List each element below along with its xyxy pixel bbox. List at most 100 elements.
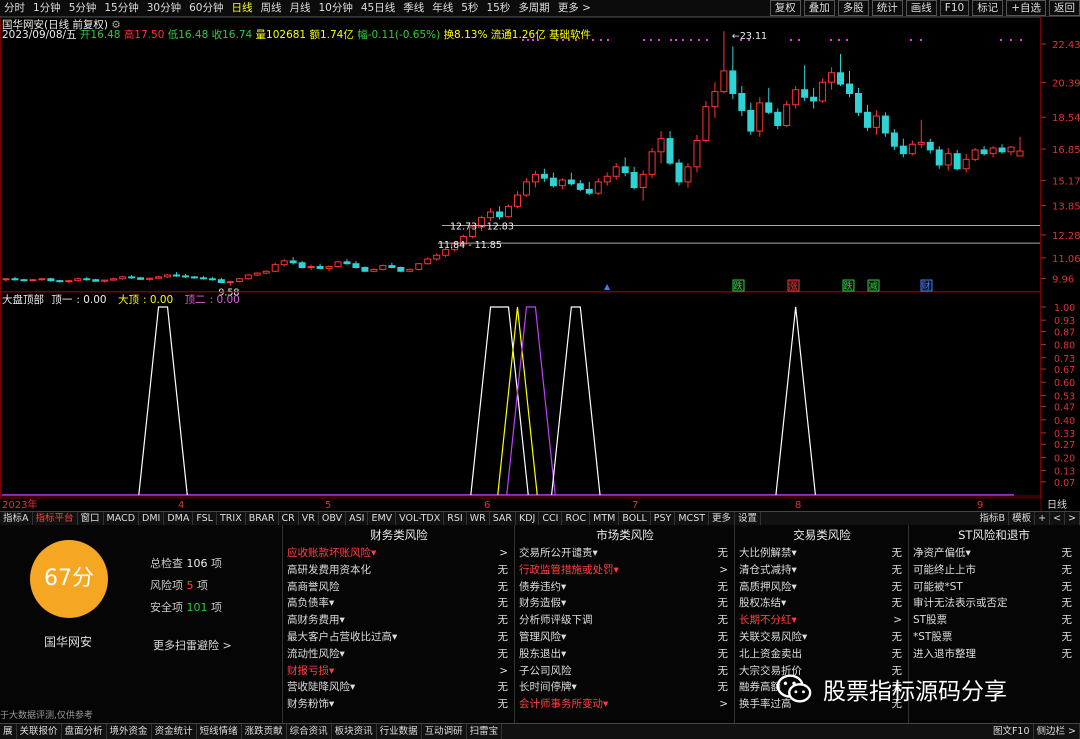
risk-item[interactable]: 会计师事务所变动▾ > — [516, 696, 734, 713]
bottom-tab-8[interactable]: 板块资讯 — [332, 724, 377, 739]
kline-chart[interactable]: 22.43 20.39 18.54 16.85 15.17 13.85 12.28 11.06… — [0, 17, 1080, 511]
risk-item[interactable]: 财务造假▾ 无 — [516, 595, 734, 612]
indicator-tab-3[interactable]: MACD — [104, 512, 140, 525]
indicator-tab-6[interactable]: FSL — [193, 512, 217, 525]
period-tab-8[interactable]: 月线 — [286, 0, 315, 16]
risk-item[interactable]: 可能被*ST 无 — [910, 579, 1078, 596]
indicator-tab-13[interactable]: EMV — [368, 512, 397, 525]
indicator-tab-0[interactable]: 指标A — [0, 512, 33, 525]
indicator-tab-20[interactable]: ROC — [562, 512, 591, 525]
risk-item[interactable]: 行政监管措施或处罚▾ > — [516, 562, 734, 579]
period-tab-12[interactable]: 年线 — [428, 0, 457, 16]
tool-button-2[interactable]: 多股 — [837, 0, 869, 16]
period-tab-5[interactable]: 60分钟 — [185, 0, 227, 16]
indicator-tab-21[interactable]: MTM — [590, 512, 620, 525]
indicator-tab-right-3[interactable]: < — [1050, 512, 1066, 525]
risk-item[interactable]: 财务粉饰▾ 无 — [284, 696, 514, 713]
indicator-tab-right-2[interactable]: + — [1035, 512, 1051, 525]
risk-item[interactable]: 长时间停牌▾ 无 — [516, 679, 734, 696]
indicator-tab-23[interactable]: PSY — [651, 512, 676, 525]
indicator-tab-10[interactable]: VR — [299, 512, 319, 525]
risk-item[interactable]: 高研发费用资本化 无 — [284, 562, 514, 579]
risk-item[interactable]: 进入退市整理 无 — [910, 646, 1078, 663]
period-tab-0[interactable]: 分时 — [0, 0, 29, 16]
tool-button-8[interactable]: 返回 — [1049, 0, 1080, 16]
period-tab-2[interactable]: 5分钟 — [65, 0, 101, 16]
indicator-tab-12[interactable]: ASI — [346, 512, 369, 525]
indicator-tab-19[interactable]: CCI — [539, 512, 563, 525]
period-tab-6[interactable]: 日线 — [228, 0, 257, 16]
tool-button-1[interactable]: 叠加 — [803, 0, 835, 16]
indicator-tab-right-4[interactable]: > — [1065, 512, 1080, 525]
indicator-tab-17[interactable]: SAR — [490, 512, 517, 525]
tool-button-3[interactable]: 统计 — [871, 0, 903, 16]
risk-item[interactable]: 债券违约▾ 无 — [516, 579, 734, 596]
risk-item[interactable]: 关联交易风险▾ 无 — [736, 629, 908, 646]
risk-item[interactable]: 净资产偏低▾ 无 — [910, 545, 1078, 562]
risk-item[interactable]: 股东退出▾ 无 — [516, 646, 734, 663]
risk-item[interactable]: 长期不分红▾ > — [736, 612, 908, 629]
risk-item[interactable]: *ST股票 无 — [910, 629, 1078, 646]
risk-item[interactable]: 流动性风险▾ 无 — [284, 646, 514, 663]
bottom-tab-5[interactable]: 短线情绪 — [197, 724, 242, 739]
bottom-tab-7[interactable]: 综合资讯 — [287, 724, 332, 739]
tool-button-4[interactable]: 画线 — [905, 0, 937, 16]
bottom-tab-6[interactable]: 涨跌贡献 — [242, 724, 287, 739]
risk-item[interactable]: 高质押风险▾ 无 — [736, 579, 908, 596]
period-tab-14[interactable]: 15秒 — [482, 0, 514, 16]
tool-button-6[interactable]: 标记 — [972, 0, 1004, 16]
risk-item[interactable]: 清仓式减持▾ 无 — [736, 562, 908, 579]
bottom-tab-4[interactable]: 资金统计 — [152, 724, 197, 739]
bottom-tab-9[interactable]: 行业数据 — [377, 724, 422, 739]
period-tab-1[interactable]: 1分钟 — [29, 0, 65, 16]
indicator-tab-right-0[interactable]: 指标B — [977, 512, 1010, 525]
indicator-tab-18[interactable]: KDJ — [516, 512, 540, 525]
bottom-tab-11[interactable]: 扫雷宝 — [467, 724, 503, 739]
risk-item[interactable]: 子公司风险 无 — [516, 663, 734, 680]
bottom-tab-0[interactable]: 展 — [0, 724, 17, 739]
risk-item[interactable]: 审计无法表示或否定 无 — [910, 595, 1078, 612]
indicator-tab-25[interactable]: 更多 — [709, 512, 736, 525]
indicator-tab-1[interactable]: 指标平台 — [33, 512, 78, 525]
period-tab-15[interactable]: 多周期 — [514, 0, 554, 16]
risk-item[interactable]: 交易所公开谴责▾ 无 — [516, 545, 734, 562]
indicator-tab-16[interactable]: WR — [467, 512, 490, 525]
tool-button-7[interactable]: +自选 — [1006, 0, 1046, 16]
risk-item[interactable]: 大比例解禁▾ 无 — [736, 545, 908, 562]
indicator-tab-9[interactable]: CR — [279, 512, 299, 525]
indicator-tab-2[interactable]: 窗口 — [78, 512, 104, 525]
risk-item[interactable]: 管理风险▾ 无 — [516, 629, 734, 646]
risk-item[interactable]: 高商誉风险 无 — [284, 579, 514, 596]
indicator-tab-15[interactable]: RSI — [444, 512, 467, 525]
indicator-tab-14[interactable]: VOL-TDX — [396, 512, 445, 525]
indicator-tab-22[interactable]: BOLL — [619, 512, 651, 525]
period-tab-13[interactable]: 5秒 — [457, 0, 482, 16]
indicator-tab-right-1[interactable]: 模板 — [1009, 512, 1036, 525]
risk-item[interactable]: 高负债率▾ 无 — [284, 595, 514, 612]
bottom-tab-3[interactable]: 境外资金 — [107, 724, 152, 739]
more-scan-link[interactable]: 更多扫雷避险 > — [153, 637, 232, 653]
period-tab-7[interactable]: 周线 — [257, 0, 286, 16]
indicator-tab-4[interactable]: DMI — [139, 512, 165, 525]
period-tab-9[interactable]: 10分钟 — [315, 0, 357, 16]
bottom-tab-right-1[interactable]: 侧边栏 > — [1034, 724, 1080, 739]
tool-button-0[interactable]: 复权 — [769, 0, 801, 16]
period-tab-11[interactable]: 季线 — [399, 0, 428, 16]
bottom-tab-right-0[interactable]: 图文F10 — [990, 724, 1034, 739]
risk-item[interactable]: 可能终止上市 无 — [910, 562, 1078, 579]
risk-item[interactable]: 分析师评级下调 无 — [516, 612, 734, 629]
risk-item[interactable]: 股权冻结▾ 无 — [736, 595, 908, 612]
risk-item[interactable]: 应收账款坏账风险▾ > — [284, 545, 514, 562]
indicator-tab-8[interactable]: BRAR — [246, 512, 279, 525]
period-tab-16[interactable]: 更多 > — [554, 0, 595, 16]
indicator-tab-11[interactable]: OBV — [319, 512, 347, 525]
risk-item[interactable]: 营收陡降风险▾ 无 — [284, 679, 514, 696]
period-tab-3[interactable]: 15分钟 — [100, 0, 142, 16]
risk-item[interactable]: 高财务费用▾ 无 — [284, 612, 514, 629]
indicator-tab-26[interactable]: 设置 — [735, 512, 762, 525]
risk-item[interactable]: 北上资金卖出 无 — [736, 646, 908, 663]
risk-item[interactable]: 财报亏损▾ > — [284, 663, 514, 680]
bottom-tab-1[interactable]: 关联报价 — [17, 724, 62, 739]
period-tab-10[interactable]: 45日线 — [357, 0, 399, 16]
tool-button-5[interactable]: F10 — [939, 0, 970, 16]
